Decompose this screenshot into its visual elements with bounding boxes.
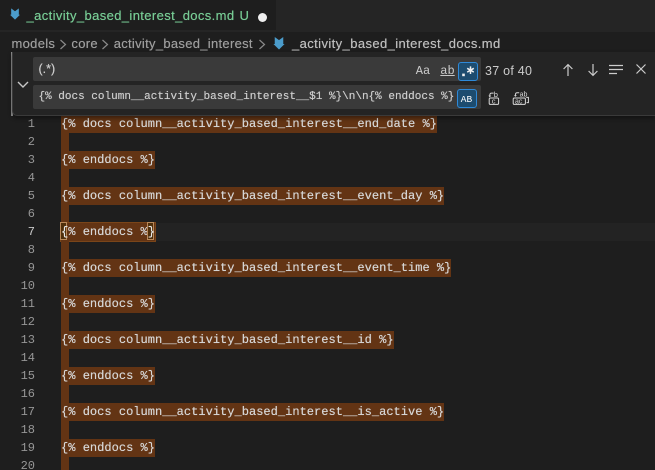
svg-text:c: c — [492, 96, 496, 104]
svg-text:ac: ac — [515, 98, 523, 104]
